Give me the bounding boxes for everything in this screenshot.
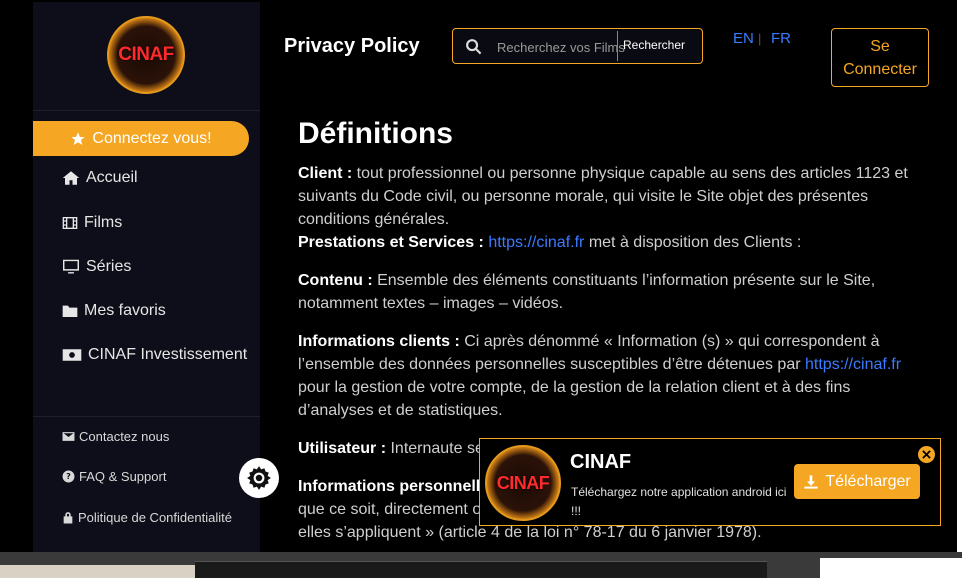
sidebar-item-series[interactable]: Séries: [62, 258, 131, 276]
background-area: [820, 558, 962, 578]
sidebar-item-label: Mes favoris: [84, 302, 166, 319]
sidebar-item-label: Films: [84, 214, 123, 231]
cinaf-logo[interactable]: CINAF: [107, 16, 185, 94]
popup-text: Téléchargez notre application android ic…: [571, 485, 787, 518]
definition-contenu: Contenu : Ensemble des éléments constitu…: [298, 269, 908, 315]
footer-link-label: Politique de Confidentialité: [78, 510, 232, 525]
search-icon: [466, 39, 482, 55]
sidebar-item-label: CINAF Investissement: [88, 346, 248, 363]
definition-client: Client : tout professionnel ou personne …: [298, 162, 908, 231]
contact-link[interactable]: Contactez nous: [62, 429, 169, 444]
divider: [33, 110, 260, 111]
download-label: Télécharger: [825, 472, 911, 490]
term: Utilisateur :: [298, 440, 387, 457]
popup-title: CINAF: [570, 451, 632, 473]
search-box: Rechercher: [452, 28, 703, 64]
search-button[interactable]: Rechercher: [623, 38, 685, 52]
definition-text: tout professionnel ou personne physique …: [298, 165, 908, 228]
definition-text: pour la gestion de votre compte, de la g…: [298, 379, 851, 419]
background-area: [0, 565, 195, 578]
search-separator: [617, 31, 618, 61]
term: Client :: [298, 165, 353, 182]
cinaf-link[interactable]: https://cinaf.fr: [488, 234, 584, 251]
download-icon: [804, 474, 818, 489]
cinaf-link[interactable]: https://cinaf.fr: [805, 356, 901, 373]
background-strip: [957, 0, 962, 578]
sidebar-item-investissement[interactable]: CINAF Investissement: [62, 346, 247, 364]
definition-text: Ensemble des éléments constituants l’inf…: [298, 272, 876, 312]
faq-link[interactable]: ? FAQ & Support: [62, 469, 166, 484]
sidebar-item-accueil[interactable]: Accueil: [62, 169, 138, 187]
connect-button[interactable]: Connectez vous!: [33, 121, 249, 156]
folder-icon: [62, 305, 78, 317]
download-button[interactable]: Télécharger: [794, 464, 920, 499]
definition-informations-clients: Informations clients : Ci après dénommé …: [298, 330, 908, 422]
lang-separator: |: [758, 31, 762, 46]
term: Prestations et Services :: [298, 234, 484, 251]
login-button[interactable]: Se Connecter: [831, 28, 929, 87]
close-icon: [922, 450, 931, 459]
sidebar-item-label: Séries: [86, 258, 132, 275]
sidebar-item-favoris[interactable]: Mes favoris: [62, 302, 166, 320]
question-icon: ?: [62, 470, 75, 483]
definition-text: met à disposition des Clients :: [588, 234, 802, 251]
footer-link-label: FAQ & Support: [79, 469, 167, 484]
sidebar-item-films[interactable]: Films: [62, 214, 122, 232]
section-heading: Définitions: [298, 117, 453, 150]
lang-en-link[interactable]: EN: [733, 30, 754, 47]
home-icon: [62, 171, 80, 185]
monitor-icon: [63, 259, 79, 274]
connect-label: Connectez vous!: [92, 129, 212, 147]
svg-text:?: ?: [66, 471, 71, 481]
term: Informations personnelles :: [298, 478, 508, 495]
footer-link-label: Contactez nous: [79, 429, 170, 444]
money-icon: [62, 349, 82, 361]
login-label: Se Connecter: [843, 37, 917, 78]
divider: [33, 416, 260, 417]
settings-button[interactable]: [239, 458, 279, 498]
definition-prestations: Prestations et Services : https://cinaf.…: [298, 231, 908, 254]
gear-icon: [247, 466, 271, 490]
logo-text: CINAF: [496, 472, 550, 493]
lang-fr-link[interactable]: FR: [771, 30, 791, 47]
logo-text: CINAF: [118, 44, 174, 65]
lock-icon: [63, 512, 73, 524]
close-button[interactable]: [918, 446, 935, 463]
popup-logo: CINAF: [485, 445, 561, 521]
star-icon: [71, 131, 86, 145]
term: Contenu :: [298, 272, 373, 289]
taskbar-panel: [195, 561, 767, 578]
sidebar-item-label: Accueil: [86, 169, 138, 186]
film-icon: [62, 217, 78, 229]
page-title: Privacy Policy: [284, 35, 420, 57]
search-input[interactable]: [497, 38, 625, 56]
envelope-icon: [62, 432, 75, 441]
privacy-link[interactable]: Politique de Confidentialité: [62, 510, 232, 525]
term: Informations clients :: [298, 333, 460, 350]
